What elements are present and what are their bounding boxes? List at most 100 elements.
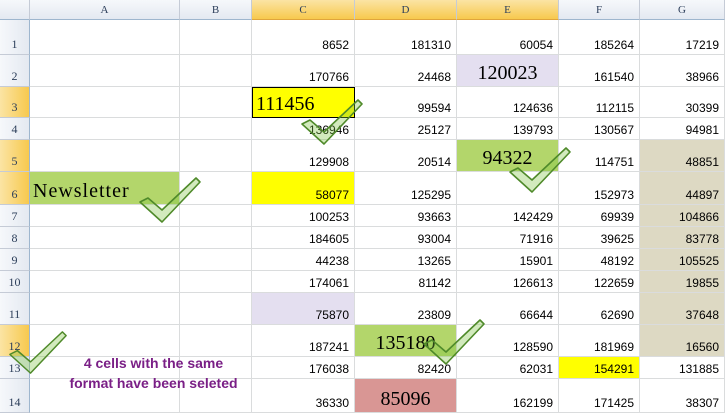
column-header-d[interactable]: D <box>355 0 457 20</box>
cell-f8[interactable]: 39625 <box>559 227 640 249</box>
cell-e7[interactable]: 142429 <box>457 205 559 227</box>
cell-b2[interactable] <box>180 55 252 87</box>
cell-c14[interactable]: 36330 <box>252 379 355 413</box>
cell-c1[interactable]: 8652 <box>252 20 355 55</box>
cell-c3[interactable]: 111456 <box>252 87 355 118</box>
cell-f11[interactable]: 62690 <box>559 293 640 325</box>
column-header-b[interactable]: B <box>180 0 252 20</box>
cell-e14[interactable]: 162199 <box>457 379 559 413</box>
cell-e8[interactable]: 71916 <box>457 227 559 249</box>
cell-b10[interactable] <box>180 271 252 293</box>
row-header-3[interactable]: 3 <box>0 87 30 118</box>
cell-a9[interactable] <box>30 249 180 271</box>
row-header-5[interactable]: 5 <box>0 140 30 172</box>
cell-g6[interactable]: 44897 <box>640 172 725 205</box>
cell-e2[interactable]: 120023 <box>457 55 559 87</box>
cell-f5[interactable]: 114751 <box>559 140 640 172</box>
cell-g3[interactable]: 30399 <box>640 87 725 118</box>
cell-g1[interactable]: 17219 <box>640 20 725 55</box>
cell-d6[interactable]: 125295 <box>355 172 457 205</box>
cell-f2[interactable]: 161540 <box>559 55 640 87</box>
cell-g4[interactable]: 94981 <box>640 118 725 140</box>
row-header-12[interactable]: 12 <box>0 325 30 357</box>
cell-d12[interactable]: 135180 <box>355 325 457 357</box>
cell-c7[interactable]: 100253 <box>252 205 355 227</box>
cell-c12[interactable]: 187241 <box>252 325 355 357</box>
cell-c13[interactable]: 176038 <box>252 357 355 379</box>
row-header-8[interactable]: 8 <box>0 227 30 249</box>
cell-d11[interactable]: 23809 <box>355 293 457 325</box>
cell-a11[interactable] <box>30 293 180 325</box>
cell-f4[interactable]: 130567 <box>559 118 640 140</box>
row-header-6[interactable]: 6 <box>0 172 30 205</box>
cell-f13[interactable]: 154291 <box>559 357 640 379</box>
cell-g12[interactable]: 16560 <box>640 325 725 357</box>
cell-d5[interactable]: 20514 <box>355 140 457 172</box>
cell-d3[interactable]: 99594 <box>355 87 457 118</box>
cell-b8[interactable] <box>180 227 252 249</box>
cell-g7[interactable]: 104866 <box>640 205 725 227</box>
cell-g11[interactable]: 37648 <box>640 293 725 325</box>
cell-g5[interactable]: 48851 <box>640 140 725 172</box>
row-header-7[interactable]: 7 <box>0 205 30 227</box>
column-header-a[interactable]: A <box>30 0 180 20</box>
cell-b3[interactable] <box>180 87 252 118</box>
row-header-2[interactable]: 2 <box>0 55 30 87</box>
cell-b1[interactable] <box>180 20 252 55</box>
cell-e12[interactable]: 128590 <box>457 325 559 357</box>
cell-g2[interactable]: 38966 <box>640 55 725 87</box>
row-header-13[interactable]: 13 <box>0 357 30 379</box>
row-header-10[interactable]: 10 <box>0 271 30 293</box>
cell-c2[interactable]: 170766 <box>252 55 355 87</box>
cell-b7[interactable] <box>180 205 252 227</box>
cell-a1[interactable] <box>30 20 180 55</box>
cell-d4[interactable]: 25127 <box>355 118 457 140</box>
cell-b6[interactable] <box>180 172 252 205</box>
cell-d7[interactable]: 93663 <box>355 205 457 227</box>
cell-d8[interactable]: 93004 <box>355 227 457 249</box>
cell-d13[interactable]: 82420 <box>355 357 457 379</box>
cell-f3[interactable]: 112115 <box>559 87 640 118</box>
cell-d10[interactable]: 81142 <box>355 271 457 293</box>
cell-g14[interactable]: 38307 <box>640 379 725 413</box>
cell-a8[interactable] <box>30 227 180 249</box>
select-all-corner[interactable] <box>0 0 30 20</box>
cell-b11[interactable] <box>180 293 252 325</box>
cell-g9[interactable]: 105525 <box>640 249 725 271</box>
cell-a4[interactable] <box>30 118 180 140</box>
cell-b4[interactable] <box>180 118 252 140</box>
column-header-f[interactable]: F <box>559 0 640 20</box>
cell-f12[interactable]: 181969 <box>559 325 640 357</box>
cell-f9[interactable]: 48192 <box>559 249 640 271</box>
cell-a10[interactable] <box>30 271 180 293</box>
cell-b9[interactable] <box>180 249 252 271</box>
cell-g10[interactable]: 19855 <box>640 271 725 293</box>
cell-g8[interactable]: 83778 <box>640 227 725 249</box>
cell-c8[interactable]: 184605 <box>252 227 355 249</box>
cell-e4[interactable]: 139793 <box>457 118 559 140</box>
cell-d14[interactable]: 85096 <box>355 379 457 413</box>
cell-a2[interactable] <box>30 55 180 87</box>
cell-a3[interactable] <box>30 87 180 118</box>
cell-e11[interactable]: 66644 <box>457 293 559 325</box>
row-header-4[interactable]: 4 <box>0 118 30 140</box>
cell-c4[interactable]: 136946 <box>252 118 355 140</box>
cell-e6[interactable] <box>457 172 559 205</box>
row-header-11[interactable]: 11 <box>0 293 30 325</box>
cell-f1[interactable]: 185264 <box>559 20 640 55</box>
cell-a7[interactable] <box>30 205 180 227</box>
cell-e5[interactable]: 94322 <box>457 140 559 172</box>
row-header-1[interactable]: 1 <box>0 20 30 55</box>
cell-e13[interactable]: 62031 <box>457 357 559 379</box>
column-header-c[interactable]: C <box>252 0 355 20</box>
cell-b5[interactable] <box>180 140 252 172</box>
cell-a6-newsletter[interactable]: Newsletter <box>30 172 180 205</box>
row-header-9[interactable]: 9 <box>0 249 30 271</box>
cell-c6[interactable]: 58077 <box>252 172 355 205</box>
cell-e3[interactable]: 124636 <box>457 87 559 118</box>
cell-c11[interactable]: 75870 <box>252 293 355 325</box>
cell-f14[interactable]: 171425 <box>559 379 640 413</box>
row-header-14[interactable]: 14 <box>0 379 30 413</box>
cell-f10[interactable]: 122659 <box>559 271 640 293</box>
cell-f7[interactable]: 69939 <box>559 205 640 227</box>
